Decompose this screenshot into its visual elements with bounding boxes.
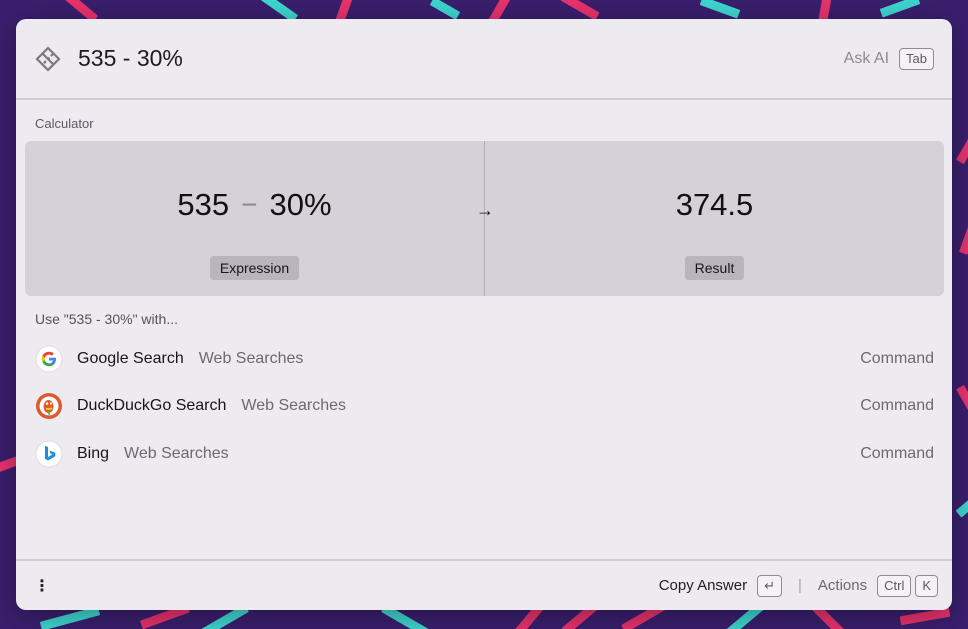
result-title: Google Search	[77, 349, 184, 367]
use-with-label: Use "535 - 30%" with...	[35, 311, 179, 327]
result-value: 374.5	[675, 187, 754, 222]
expression-operator: −	[241, 189, 258, 220]
results-list: Google Search Web Searches Command DuckD…	[16, 335, 952, 478]
result-subtitle: Web Searches	[241, 397, 347, 415]
result-tag: Result	[684, 256, 745, 280]
result-type: Command	[860, 397, 934, 415]
calculator-app-icon	[34, 45, 62, 73]
arrow-right-icon: →	[476, 200, 494, 220]
expression-right: 30%	[269, 187, 332, 222]
search-input[interactable]	[78, 45, 844, 72]
list-item[interactable]: Google Search Web Searches Command	[16, 335, 952, 383]
ctrl-key-hint: Ctrl	[877, 574, 912, 597]
ask-ai-button[interactable]: Ask AI	[844, 50, 889, 68]
result-title: Bing	[77, 444, 110, 462]
launcher-window: Ask AI Tab Calculator 535 − 30% Expressi…	[16, 19, 952, 610]
tab-key-hint: Tab	[899, 47, 934, 70]
google-icon	[35, 345, 63, 373]
search-bar: Ask AI Tab	[16, 19, 952, 100]
result-pane: 374.5 Result	[485, 141, 944, 296]
result-subtitle: Web Searches	[124, 444, 229, 462]
expression-pane: 535 − 30% Expression	[25, 141, 484, 296]
k-key-hint: K	[915, 574, 938, 597]
copy-answer-button[interactable]: Copy Answer	[659, 577, 747, 594]
footer-bar: ⋮ Copy Answer ↵ | Actions Ctrl K	[16, 559, 952, 610]
footer-separator: |	[798, 577, 802, 594]
result-subtitle: Web Searches	[198, 349, 304, 367]
more-options-icon[interactable]: ⋮	[34, 576, 50, 596]
duckduckgo-icon	[35, 392, 63, 420]
actions-button[interactable]: Actions	[818, 577, 867, 594]
expression-left: 535	[177, 187, 230, 222]
result-type: Command	[860, 444, 934, 462]
expression-value: 535 − 30%	[177, 185, 331, 225]
list-item[interactable]: DuckDuckGo Search Web Searches Command	[16, 383, 952, 431]
result-title: DuckDuckGo Search	[77, 397, 227, 415]
result-type: Command	[860, 349, 934, 367]
list-item[interactable]: Bing Web Searches Command	[16, 430, 952, 478]
enter-key-hint: ↵	[757, 574, 782, 597]
calculator-result-card[interactable]: 535 − 30% Expression 374.5 Result →	[25, 141, 944, 296]
calculator-section-label: Calculator	[35, 116, 94, 131]
bing-icon	[35, 440, 63, 468]
expression-tag: Expression	[209, 256, 300, 280]
